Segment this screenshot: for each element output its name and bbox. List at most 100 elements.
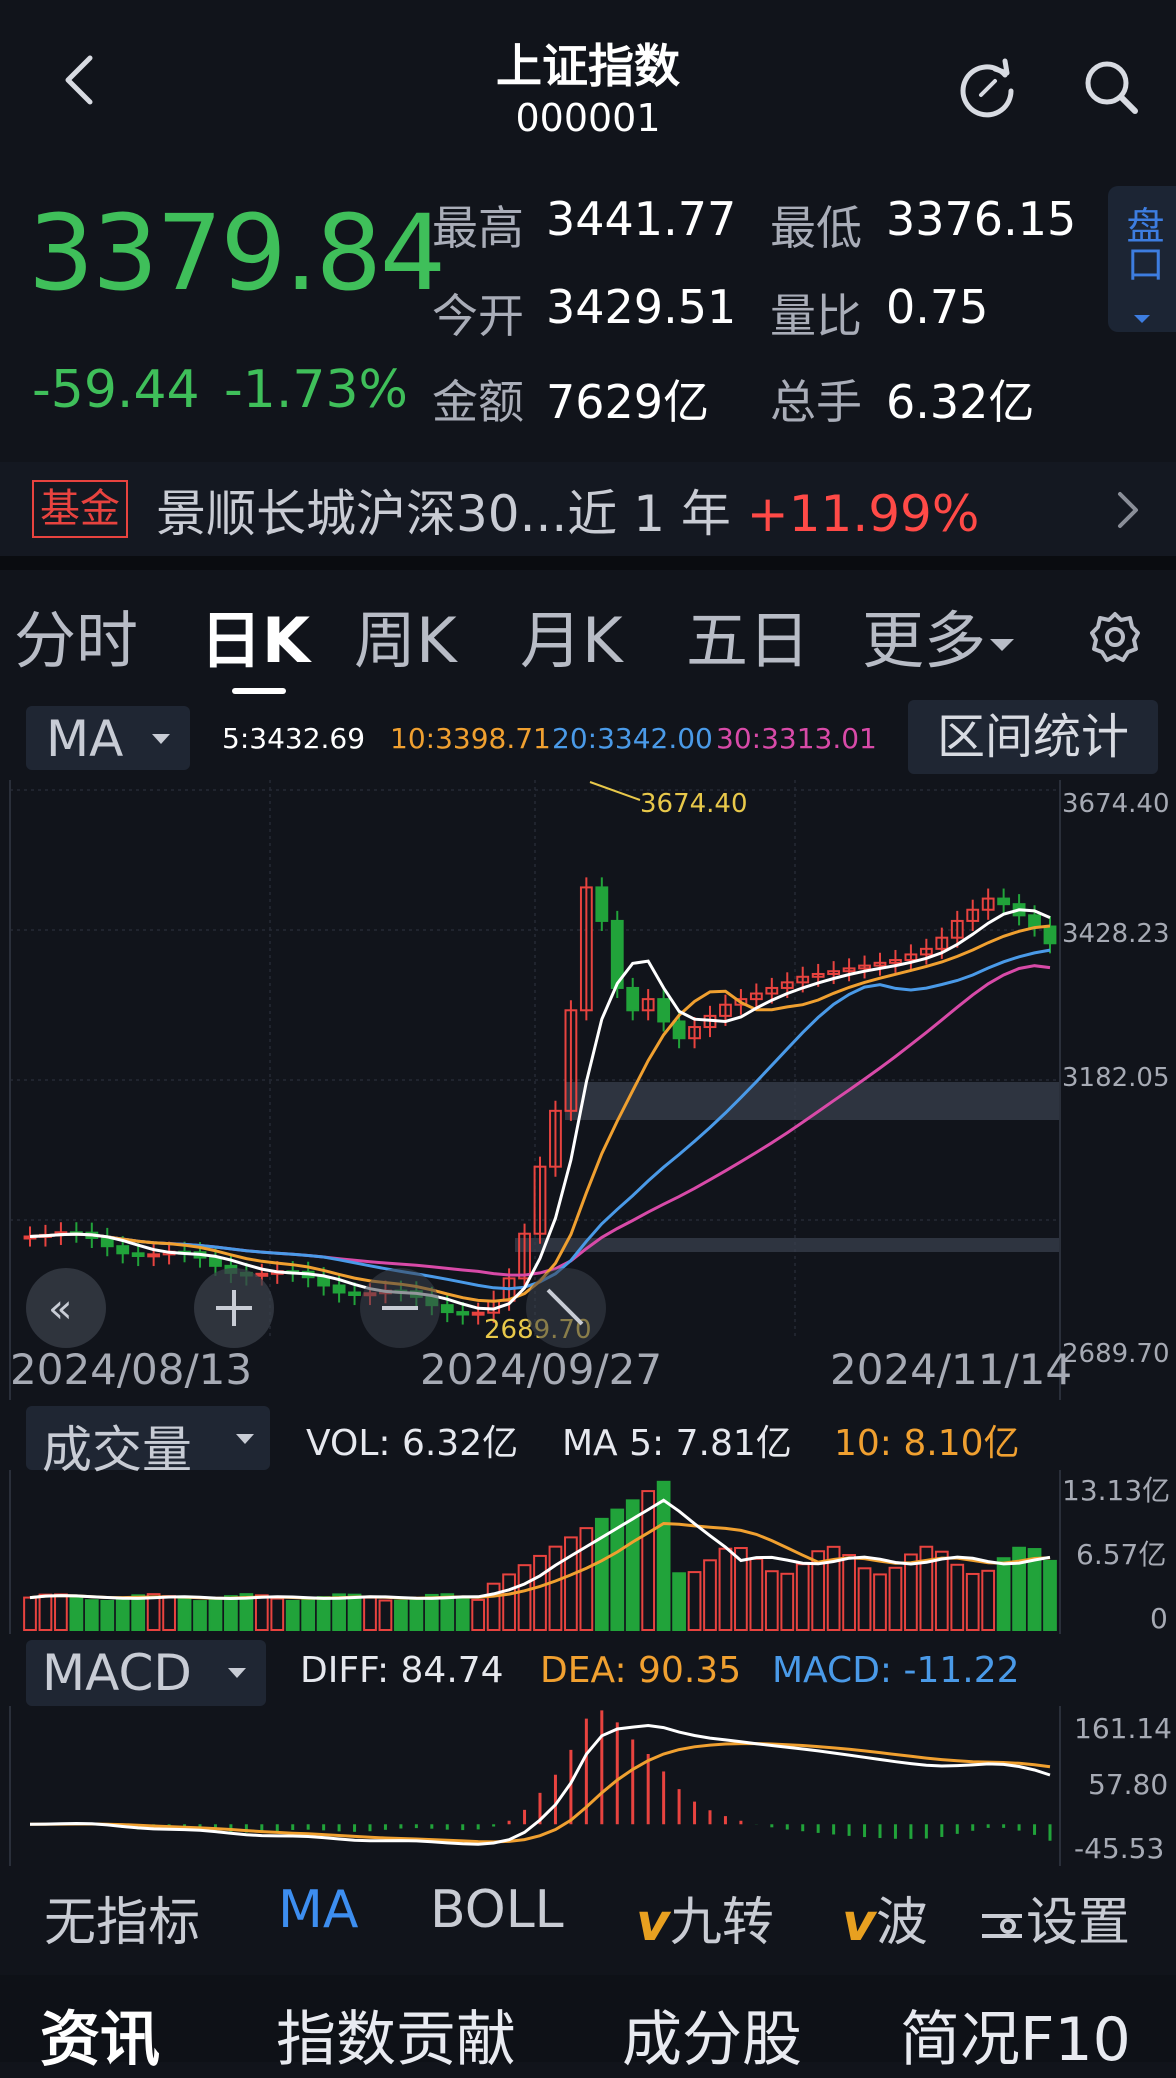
vol-ma5: MA 5: 7.81亿	[562, 1423, 792, 1464]
ma10-legend: 10:3398.71	[390, 722, 551, 755]
nav-news[interactable]: 资讯	[40, 1991, 160, 2078]
volume-bar	[672, 1572, 686, 1631]
vol-ma5-line	[29, 1498, 1051, 1601]
volume-bar	[996, 1557, 1011, 1631]
stat-label-high: 最高	[432, 201, 524, 255]
bottom-nav: 资讯 指数贡献 成分股 简况F10	[0, 1975, 1176, 2075]
volume-bar	[718, 1547, 733, 1631]
macd-dea: DEA: 90.35	[540, 1650, 742, 1691]
x-label-mid: 2024/09/27	[420, 1345, 662, 1394]
candle-body	[997, 897, 1011, 906]
stat-label-total-lots: 总手	[770, 375, 862, 429]
interval-stats-button[interactable]: 区间统计	[908, 700, 1158, 774]
volume-bar	[162, 1595, 176, 1631]
volume-bar	[23, 1596, 37, 1631]
indicator-bo-label: 波	[875, 1893, 928, 1953]
candle-body	[317, 1276, 331, 1287]
search-button[interactable]	[1076, 52, 1146, 122]
pankou-label: 盘口	[1120, 206, 1164, 282]
volume-bar	[455, 1595, 470, 1631]
macd-y-mid: 57.80	[1088, 1768, 1168, 1801]
vip-v-icon: v	[636, 1893, 670, 1953]
macd-value: MACD: -11.22	[772, 1650, 1020, 1691]
tab-intraday[interactable]: 分时	[14, 590, 138, 680]
volume-bar	[564, 1536, 578, 1631]
volume-bar	[224, 1595, 238, 1631]
volume-bar	[904, 1553, 918, 1631]
volume-bar	[950, 1563, 965, 1631]
vol-y-mid: 6.57亿	[1076, 1538, 1166, 1571]
zoom-in-button[interactable]	[194, 1268, 274, 1348]
macd-chart[interactable]: 161.14 57.80 -45.53	[0, 1706, 1176, 1866]
candle-body	[657, 998, 671, 1023]
vol-ma10-line	[29, 1521, 1051, 1600]
indicator-bo[interactable]: v波	[842, 1880, 928, 1955]
volume-bar	[131, 1594, 146, 1631]
volume-bar	[842, 1554, 856, 1631]
pankou-button[interactable]: 盘口	[1108, 186, 1176, 332]
volume-chart[interactable]: 13.13亿 6.57亿 0	[0, 1470, 1176, 1634]
volume-bar	[749, 1557, 764, 1631]
tab-more-label: 更多	[862, 604, 987, 677]
tab-monthly-k[interactable]: 月K	[520, 590, 623, 680]
ma-selector[interactable]: MA	[26, 706, 190, 770]
volume-bar	[115, 1597, 130, 1631]
macd-y-min: -45.53	[1074, 1832, 1164, 1865]
tab-weekly-k[interactable]: 周K	[354, 590, 457, 680]
candle-body	[1043, 925, 1057, 945]
refresh-icon	[960, 58, 1014, 118]
indicator-boll[interactable]: BOLL	[430, 1880, 564, 1940]
kline-chart[interactable]: 3674.40 2689.70 3674.40 3428.23 3182.05 …	[0, 780, 1176, 1400]
volume-bar	[795, 1563, 810, 1631]
nav-f10[interactable]: 简况F10	[900, 1991, 1131, 2078]
y-label-min: 2689.70	[1062, 1339, 1170, 1369]
volume-bar	[316, 1596, 331, 1631]
candle-body	[332, 1284, 346, 1294]
volume-bar	[965, 1572, 980, 1631]
indicator-ma[interactable]: MA	[278, 1880, 358, 1940]
refresh-button[interactable]	[952, 52, 1022, 122]
x-label-end: 2024/11/14	[830, 1345, 1072, 1394]
nav-constituents[interactable]: 成分股	[622, 1991, 802, 2078]
volume-bar	[177, 1598, 192, 1632]
candle-body	[626, 986, 640, 1012]
caret-down-icon	[236, 1434, 254, 1444]
indicator-jiuzhuan-label: 九转	[669, 1893, 774, 1953]
volume-bar	[424, 1593, 439, 1632]
macd-selector-label: MACD	[42, 1644, 192, 1702]
sliders-icon	[982, 1914, 1022, 1938]
volume-bar	[471, 1598, 486, 1631]
ma20-legend: 20:3342.00	[552, 722, 713, 755]
stat-label-low: 最低	[770, 201, 862, 255]
vip-v-icon: v	[842, 1893, 876, 1953]
candle-body	[147, 1253, 161, 1258]
indicator-none[interactable]: 无指标	[44, 1880, 200, 1955]
current-price: 3379.84	[28, 192, 446, 314]
caret-down-icon	[152, 734, 170, 744]
zoom-out-button[interactable]	[360, 1268, 440, 1348]
fund-banner[interactable]: 基金 景顺长城沪深30...近 1 年 +11.99%	[0, 462, 1176, 556]
candle-body	[131, 1252, 145, 1258]
ma30-legend: 30:3313.01	[716, 722, 877, 755]
search-icon	[1085, 61, 1138, 114]
volume-bar	[934, 1550, 949, 1631]
fund-return: +11.99%	[746, 485, 980, 543]
tab-five-day[interactable]: 五日	[686, 590, 810, 680]
indicator-jiuzhuan[interactable]: v九转	[636, 1880, 774, 1955]
indicator-settings[interactable]: 设置	[978, 1880, 1130, 1955]
price-change: -59.44	[32, 360, 200, 420]
expand-button[interactable]	[526, 1268, 606, 1348]
candle-body	[456, 1311, 470, 1316]
candle-body	[1028, 914, 1041, 928]
tab-more[interactable]: 更多	[862, 590, 1016, 680]
tab-daily-k[interactable]: 日K	[200, 590, 310, 680]
nav-index-contribution[interactable]: 指数贡献	[276, 1991, 516, 2078]
period-tabs: 分时 日K 周K 月K 五日 更多	[0, 580, 1176, 690]
volume-selector[interactable]: 成交量	[26, 1406, 270, 1479]
chart-settings-button[interactable]	[1082, 604, 1148, 670]
macd-selector[interactable]: MACD	[26, 1640, 266, 1706]
scroll-left-button[interactable]: «	[26, 1268, 106, 1348]
volume-bar	[285, 1599, 300, 1631]
volume-bar	[270, 1597, 285, 1631]
candle-body	[672, 1020, 686, 1040]
